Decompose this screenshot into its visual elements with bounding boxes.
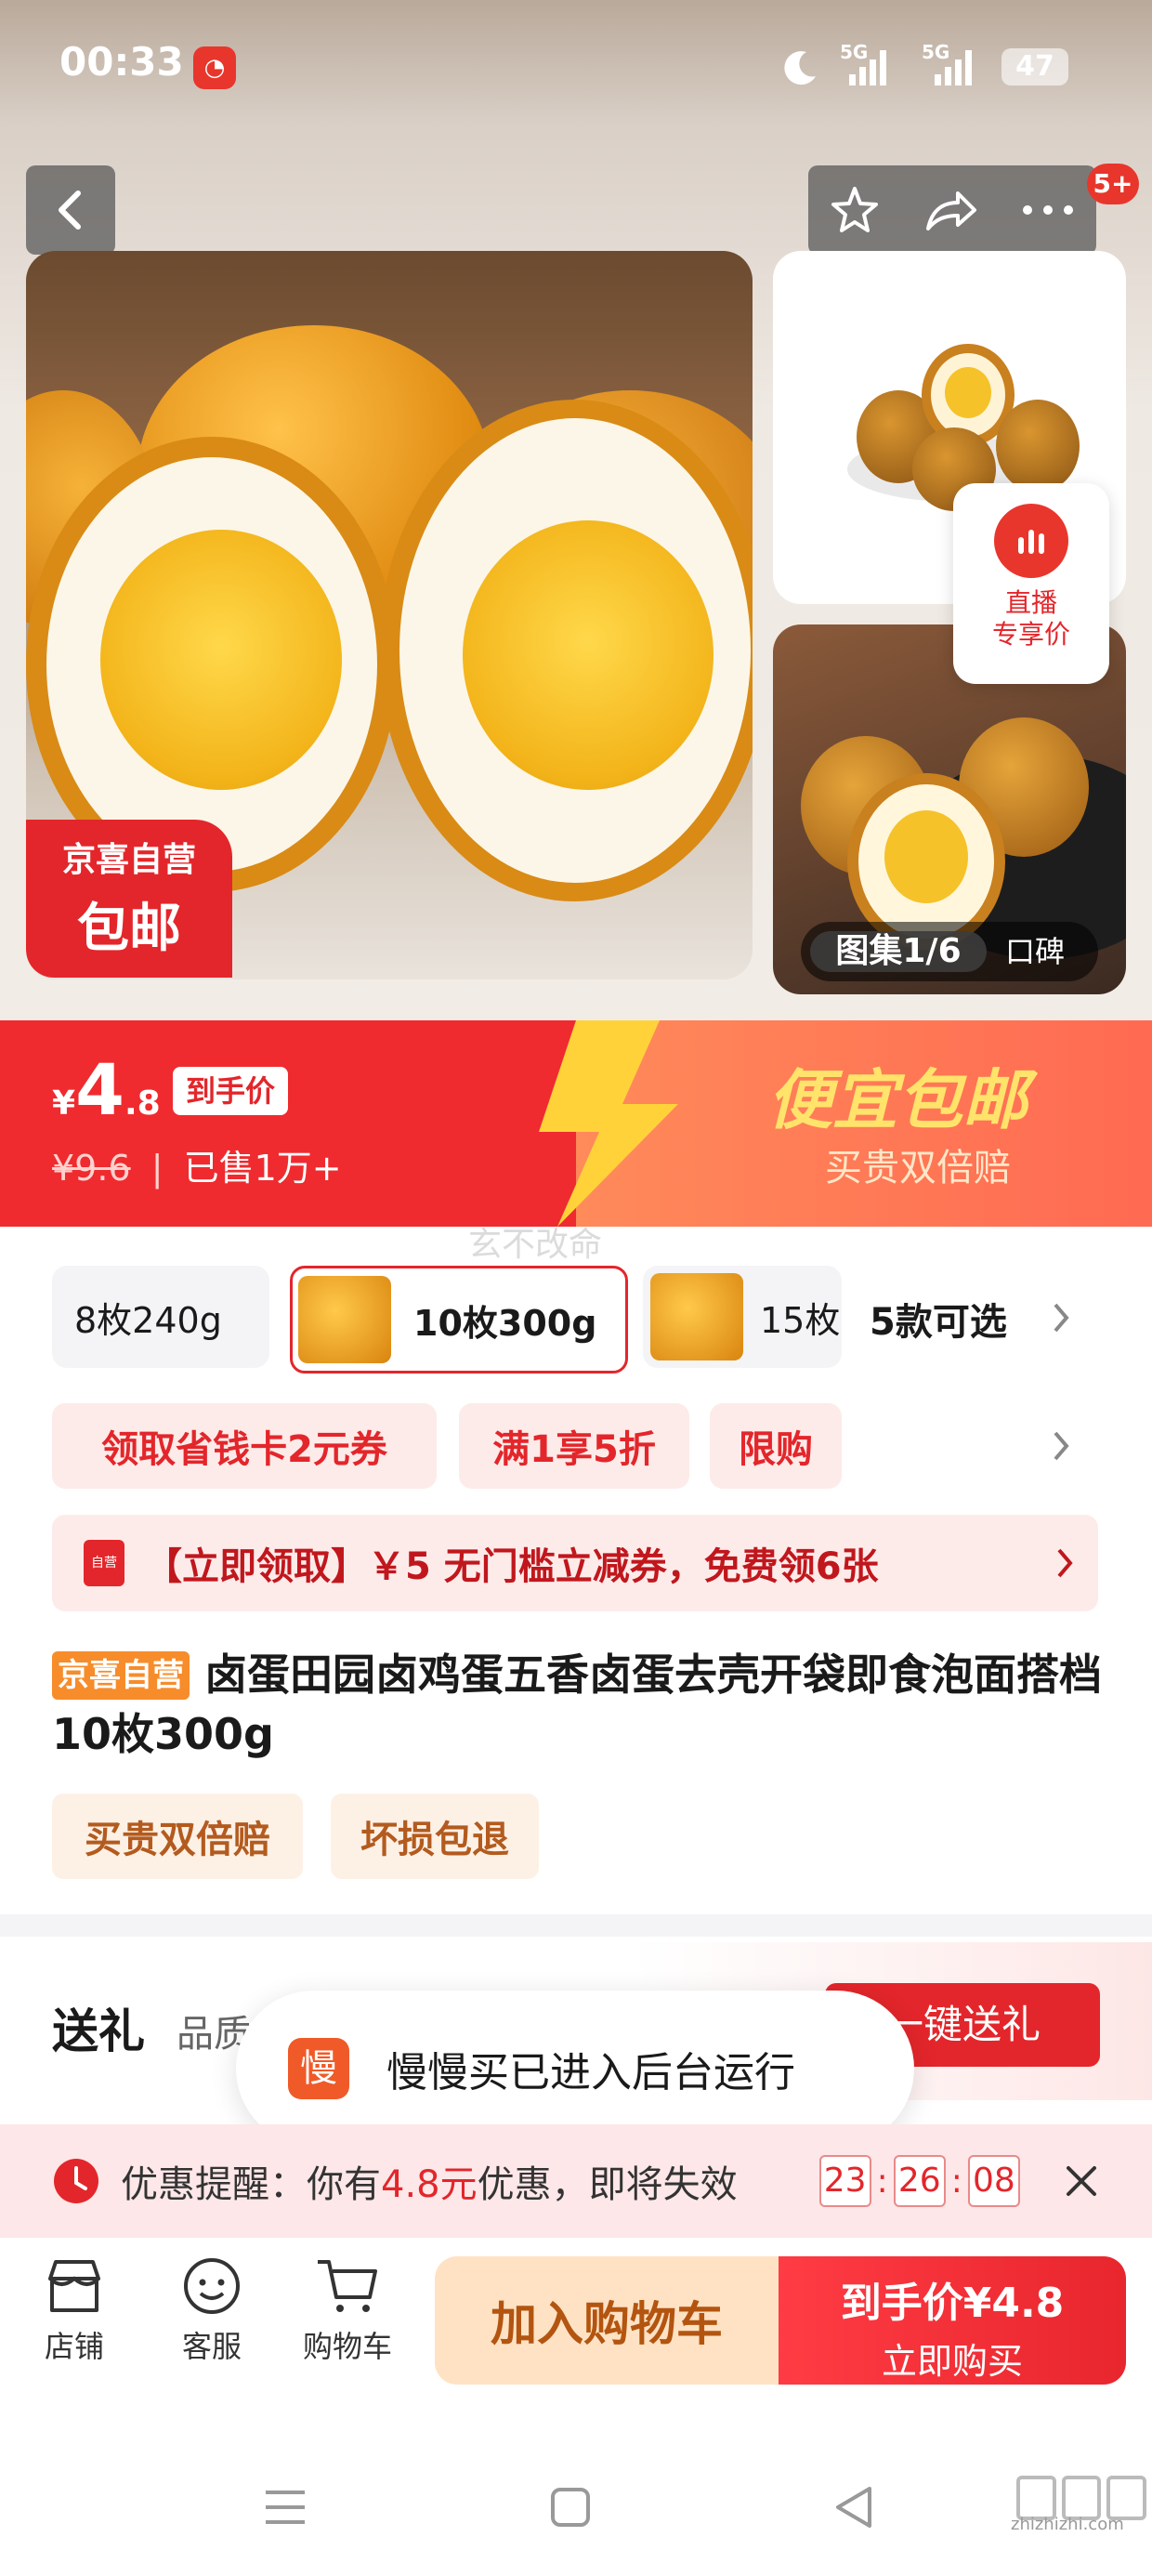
discount-reminder: 优惠提醒：你有4.8元优惠，即将失效 23 : 26 : 08 — [0, 2124, 1152, 2238]
chevron-right-icon — [1057, 1548, 1073, 1578]
countdown-seconds: 08 — [967, 2155, 1020, 2207]
sku-option-3[interactable]: 15枚 — [643, 1266, 842, 1368]
original-price: ¥9.6 — [52, 1148, 131, 1189]
reminder-text: 优惠提醒：你有4.8元优惠，即将失效 — [121, 2163, 738, 2206]
review-tab[interactable]: 口碑 — [1005, 931, 1065, 972]
status-bar: 00:33 ◔ 5G 5G 47 — [0, 0, 1152, 139]
message-badge: 5+ — [1087, 164, 1139, 204]
battery-icon: 47 — [1001, 48, 1068, 85]
sku-thumb — [298, 1276, 391, 1363]
gallery-counter[interactable]: 图集1/6 — [810, 931, 987, 972]
star-icon[interactable] — [829, 184, 881, 236]
buy-now-button[interactable]: 到手价¥4.8 立即购买 — [779, 2256, 1126, 2385]
main-product-image[interactable]: 京喜自营 包邮 — [26, 251, 753, 979]
live-price-button[interactable]: 直播 专享价 — [953, 483, 1109, 684]
cart-button[interactable]: 购物车 — [292, 2256, 403, 2366]
more-icon[interactable] — [1020, 201, 1076, 219]
current-price: ¥4.8 — [52, 1048, 161, 1131]
chevron-right-icon[interactable] — [1050, 1429, 1072, 1463]
guarantee-tag-2[interactable]: 坏损包退 — [331, 1794, 539, 1879]
customer-service-icon — [184, 2258, 240, 2314]
jingxi-badge: 京喜自营 包邮 — [26, 820, 232, 978]
price-banner: ¥4.8 到手价 ¥9.6 | 已售1万+ 便宜包邮 买贵双倍赔 — [0, 1020, 1152, 1227]
sku-option-1[interactable]: 8枚240g — [52, 1266, 269, 1368]
action-bar — [808, 165, 1096, 255]
share-icon[interactable] — [923, 184, 978, 236]
shop-icon — [48, 2260, 100, 2312]
live-label: 直播 — [1004, 587, 1057, 618]
sold-count: 已售1万+ — [183, 1148, 342, 1189]
countdown-hours: 23 — [818, 2155, 871, 2207]
app-notification-icon: ◔ — [193, 46, 236, 89]
product-title: 京喜自营 卤蛋田园卤鸡蛋五香卤蛋去壳开袋即食泡面搭档 10枚300g — [52, 1649, 1103, 1759]
jingxi-self-badge: 京喜自营 — [52, 1651, 190, 1700]
coupon-tag-2[interactable]: 满1享5折 — [459, 1403, 689, 1489]
site-watermark: zhizhizhi.com — [1011, 2515, 1124, 2534]
service-button[interactable]: 客服 — [156, 2256, 268, 2366]
back-nav-icon[interactable] — [832, 2485, 873, 2530]
sku-option-2[interactable]: 10枚300g — [290, 1266, 628, 1373]
coupon-tag-3[interactable]: 限购 — [710, 1403, 842, 1489]
chevron-left-icon — [59, 191, 81, 230]
price-label: 到手价 — [173, 1067, 289, 1115]
promo-subtitle: 买贵双倍赔 — [825, 1147, 1011, 1189]
back-button[interactable] — [26, 165, 115, 255]
toast-text: 慢慢买已进入后台运行 — [386, 2049, 795, 2096]
divider — [0, 1914, 1152, 1937]
gift-label: 送礼 — [52, 2004, 145, 2058]
chevron-right-icon[interactable] — [1050, 1301, 1072, 1334]
coupon-banner[interactable]: 自营 【立即领取】￥5 无门槛立减券，免费领6张 — [52, 1515, 1098, 1611]
promo-title: 便宜包邮 — [767, 1062, 1028, 1138]
clock-icon — [54, 2159, 98, 2203]
close-icon[interactable] — [1063, 2162, 1100, 2200]
add-to-cart-button[interactable]: 加入购物车 — [435, 2256, 779, 2385]
manmanmai-icon: 慢 — [288, 2038, 349, 2099]
moon-icon — [784, 51, 816, 85]
price-meta: ¥9.6 | 已售1万+ — [52, 1148, 342, 1189]
menu-icon[interactable] — [264, 2489, 307, 2526]
live-icon — [994, 504, 1068, 578]
toast: 慢 慢慢买已进入后台运行 — [236, 1991, 914, 2147]
countdown-minutes: 26 — [893, 2155, 946, 2207]
sku-more[interactable]: 5款可选 — [870, 1292, 1007, 1346]
system-navigation — [0, 2414, 1152, 2576]
coupon-banner-text: 【立即领取】￥5 无门槛立减券，免费领6张 — [145, 1545, 879, 1588]
guarantee-tag-1[interactable]: 买贵双倍赔 — [52, 1794, 303, 1879]
lightning-icon — [539, 1020, 678, 1227]
live-sublabel: 专享价 — [991, 619, 1070, 650]
shop-button[interactable]: 店铺 — [19, 2256, 130, 2366]
center-watermark: 玄不改命 — [468, 1226, 603, 1264]
coupon-tag-1[interactable]: 领取省钱卡2元券 — [52, 1403, 437, 1489]
status-time: 00:33 — [59, 39, 184, 85]
coupon-icon: 自营 — [84, 1540, 124, 1586]
cart-icon — [318, 2260, 377, 2312]
countdown: 23 : 26 : 08 — [818, 2155, 1020, 2207]
gallery-tabs: 图集1/6 口碑 — [801, 922, 1098, 981]
sku-thumb — [650, 1273, 743, 1360]
home-icon[interactable] — [550, 2487, 591, 2528]
